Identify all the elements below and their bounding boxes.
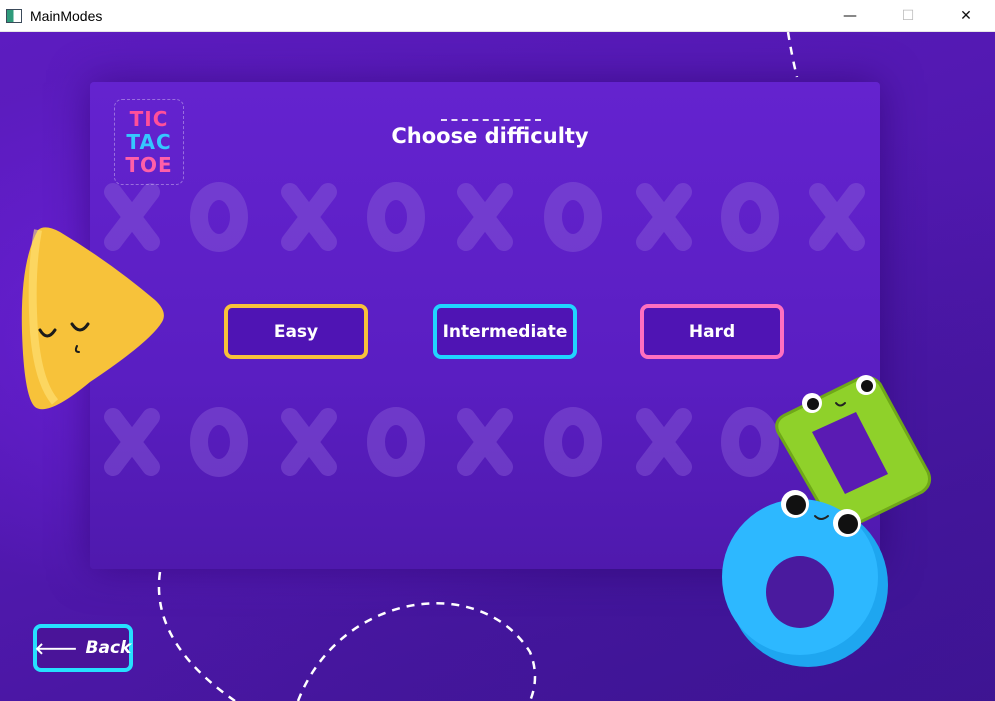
xo-pattern-row-1: [104, 182, 865, 252]
window-controls: — ☐ ✕: [821, 0, 995, 31]
tic-tac-toe-logo: TIC TAC TOE: [114, 99, 184, 185]
easy-button[interactable]: Easy: [224, 304, 368, 359]
logo-line-tic: TIC: [129, 106, 169, 131]
intermediate-button[interactable]: Intermediate: [433, 304, 577, 359]
maximize-button[interactable]: ☐: [879, 0, 937, 31]
minimize-button[interactable]: —: [821, 0, 879, 31]
window-titlebar: MainModes — ☐ ✕: [0, 0, 995, 32]
close-button[interactable]: ✕: [937, 0, 995, 31]
xo-pattern-row-2: [104, 407, 779, 477]
page-title: Choose difficulty: [391, 124, 589, 148]
logo-line-tac: TAC: [126, 129, 172, 154]
back-button-label: Back: [85, 638, 132, 658]
dashed-path-top: [786, 32, 799, 78]
hard-button[interactable]: Hard: [640, 304, 784, 359]
arrow-left-icon: 🡐: [34, 639, 78, 658]
back-button[interactable]: 🡐 Back: [33, 624, 133, 672]
yellow-triangle-character-icon: [21, 227, 164, 410]
dashed-path-bottom-arc: [296, 602, 537, 701]
heading-decoration: [441, 119, 541, 121]
dashed-path-bottom-left: [157, 571, 236, 701]
logo-line-toe: TOE: [125, 152, 173, 177]
window-title: MainModes: [30, 7, 103, 24]
app-window-icon: [6, 8, 22, 23]
game-area: TIC TAC TOE Choose difficulty Easy Inter…: [0, 32, 995, 701]
